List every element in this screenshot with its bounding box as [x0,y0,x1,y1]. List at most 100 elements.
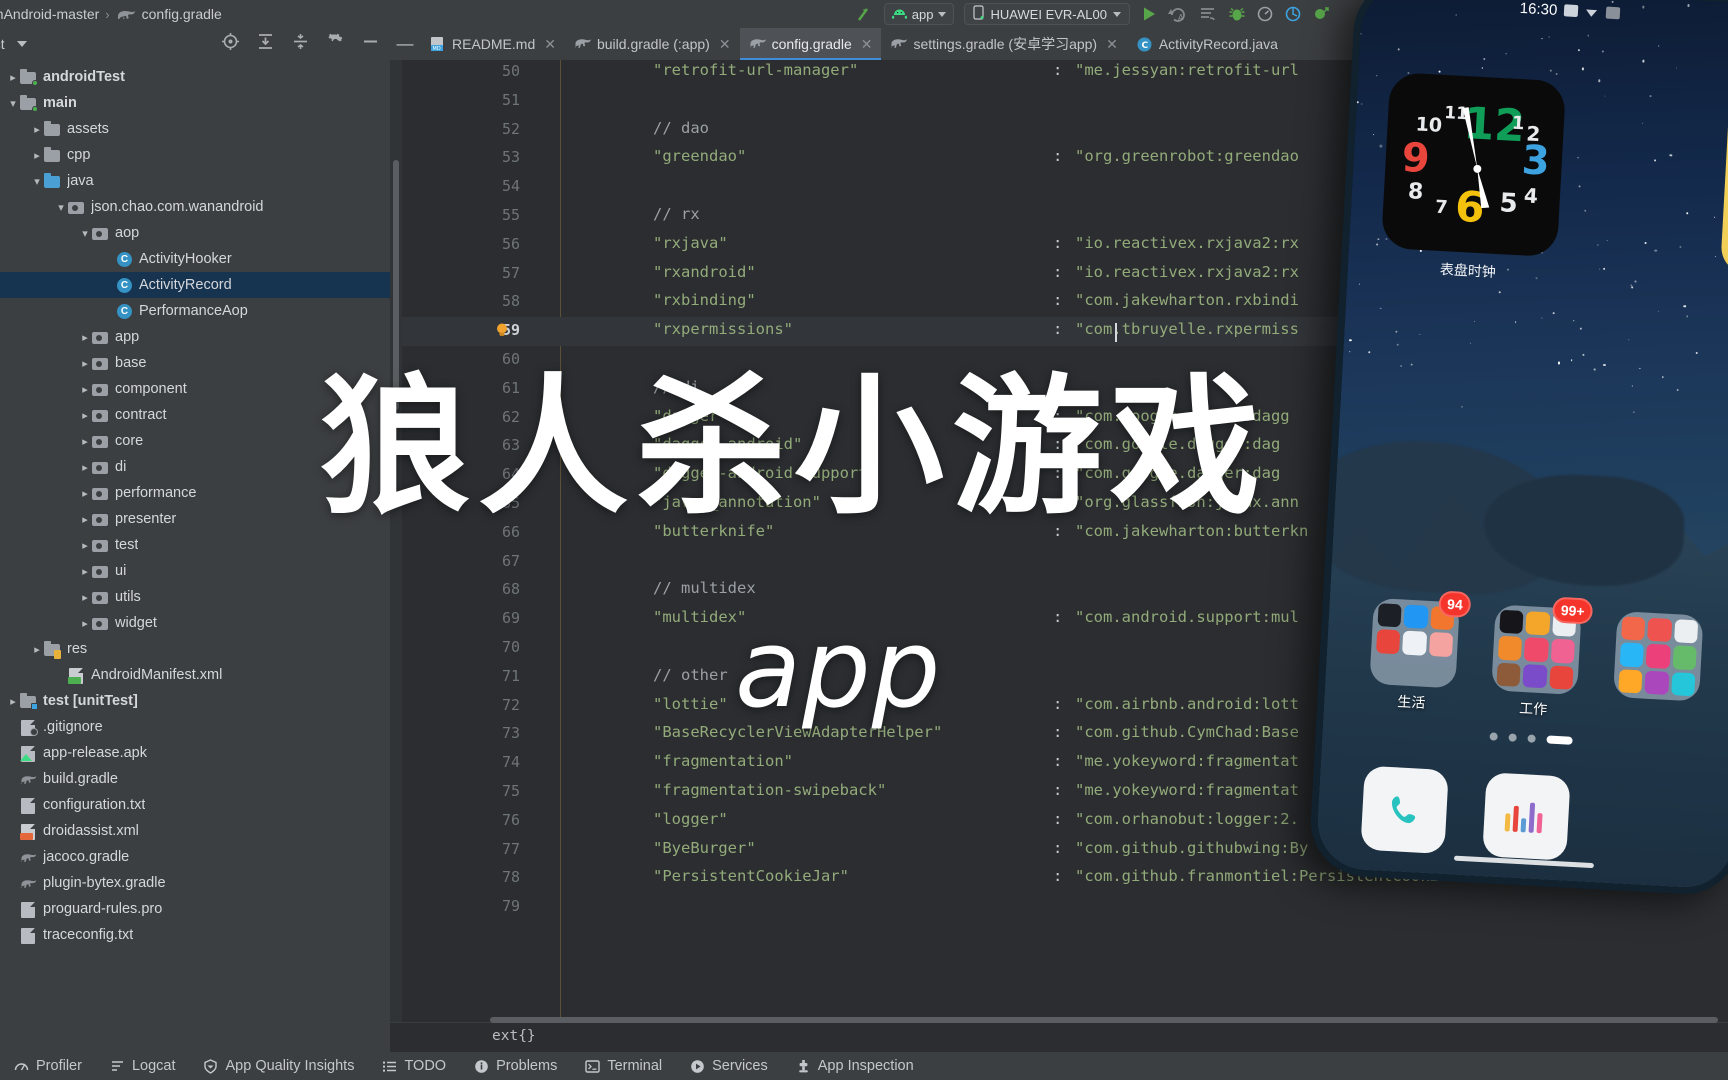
tree-item[interactable]: ▸ test [0,532,390,558]
run-configuration-selector[interactable]: app [883,3,955,25]
tree-item[interactable]: ▸ ui [0,558,390,584]
project-pane-title[interactable]: ect [0,36,5,52]
status-bar-item-services[interactable]: Services [676,1052,782,1080]
status-bar-item-terminal[interactable]: Terminal [571,1052,676,1080]
tree-item[interactable]: C PerformanceAop [0,298,390,324]
editor-tab[interactable]: settings.gradle (安卓学习app) ✕ [881,28,1126,60]
horizontal-scrollbar[interactable] [490,1017,1718,1023]
page-dot[interactable] [1488,732,1498,741]
status-bar-item-app-inspection[interactable]: App Inspection [782,1052,928,1080]
chevron-right-icon[interactable]: ▸ [30,149,44,162]
chevron-right-icon[interactable]: ▸ [30,123,44,136]
home-folder[interactable] [1612,611,1704,702]
status-bar-item-problems[interactable]: Problems [460,1052,571,1080]
equalizer-icon[interactable] [1482,772,1571,861]
chevron-down-icon[interactable]: ▾ [78,227,92,240]
chevron-right-icon[interactable]: ▸ [78,617,92,630]
chevron-down-icon[interactable] [938,11,947,17]
close-icon[interactable]: ✕ [1106,36,1118,53]
settings-gear-icon[interactable] [326,32,345,56]
chevron-right-icon[interactable]: ▸ [78,435,92,448]
editor-tab[interactable]: build.gradle (:app) ✕ [565,28,740,60]
editor-scroll-track[interactable] [390,60,402,1022]
home-folder[interactable]: 94 [1369,590,1472,689]
tree-item[interactable]: ▸ utils [0,584,390,610]
editor-tab-active[interactable]: config.gradle ✕ [739,28,882,60]
chevron-right-icon[interactable]: ▸ [78,487,92,500]
tree-item[interactable]: ▾ main [0,90,390,116]
chevron-right-icon[interactable]: ▸ [6,695,20,708]
tree-item[interactable]: configuration.txt [0,792,390,818]
chevron-down-icon[interactable] [1113,11,1121,17]
editor-tab[interactable]: MD README.md ✕ [420,28,565,60]
tree-item-selected[interactable]: C ActivityRecord [0,272,390,298]
page-dot-active[interactable] [1545,735,1573,745]
chevron-down-icon[interactable]: ▾ [30,175,44,188]
status-bar-item-logcat[interactable]: Logcat [96,1052,190,1080]
tree-item[interactable]: AndroidManifest.xml [0,662,390,688]
breadcrumb-file[interactable]: config.gradle [142,6,222,22]
profiler-toolbar-icon[interactable] [1256,3,1274,25]
navigate-back-icon[interactable] [854,3,874,25]
hide-tabs-button[interactable]: — [390,28,420,60]
status-bar-item-profiler[interactable]: Profiler [0,1052,96,1080]
chevron-right-icon[interactable]: ▸ [78,513,92,526]
chevron-down-icon[interactable] [16,41,27,47]
project-tree[interactable]: ▸ androidTest ▾ main ▸ assets ▸ cpp ▾ java ▾ json.c… [0,60,390,1052]
status-bar-item-todo[interactable]: TODO [368,1052,460,1080]
tree-item[interactable]: ▾ json.chao.com.wanandroid [0,194,390,220]
device-manager-icon[interactable] [1284,3,1302,25]
device-selector[interactable]: HUAWEI EVR-AL00 [964,3,1130,25]
tree-item[interactable]: ▸ app [0,324,390,350]
close-icon[interactable]: ✕ [861,36,873,53]
chevron-right-icon[interactable]: ▸ [78,591,92,604]
clock-widget[interactable]: 10 11 12 1 2 9 3 8 7 6 5 4 [1380,72,1567,258]
logcat-icon[interactable] [1198,3,1218,25]
select-opened-file-icon[interactable] [221,32,240,56]
chevron-right-icon[interactable]: ▸ [78,565,92,578]
tree-item[interactable]: ▾ java [0,168,390,194]
tree-item[interactable]: ▸ cpp [0,142,390,168]
tree-item[interactable]: jacoco.gradle [0,844,390,870]
tree-item[interactable]: C ActivityHooker [0,246,390,272]
phone-dialer-icon[interactable] [1360,765,1449,855]
hide-panel-icon[interactable] [361,32,380,56]
breadcrumb-project[interactable]: anAndroid-master [0,6,99,22]
tree-item[interactable]: ▸ widget [0,610,390,636]
tree-item[interactable]: app-release.apk [0,740,390,766]
rerun-icon[interactable]: A [1168,3,1188,25]
chevron-right-icon[interactable]: ▸ [6,71,20,84]
debug-icon[interactable] [1228,3,1246,25]
intention-bulb-icon[interactable] [494,322,510,338]
tree-item[interactable]: droidassist.xml [0,818,390,844]
status-bar-item-app-quality-insights[interactable]: App Quality Insights [189,1052,368,1080]
tree-item[interactable]: plugin-bytex.gradle [0,870,390,896]
tree-item[interactable]: build.gradle [0,766,390,792]
tree-item[interactable]: traceconfig.txt [0,922,390,948]
chevron-right-icon[interactable]: ▸ [30,643,44,656]
tree-item[interactable]: proguard-rules.pro [0,896,390,922]
chevron-right-icon[interactable]: ▸ [78,539,92,552]
tree-item[interactable]: ▸ res [0,636,390,662]
tree-item[interactable]: ▸ androidTest [0,64,390,90]
tree-item[interactable]: ▾ aop [0,220,390,246]
chevron-right-icon[interactable]: ▸ [78,461,92,474]
bottom-tool-window-bar[interactable]: Profiler Logcat App Quality Insights TODO Pr… [0,1052,1728,1080]
tree-item[interactable]: .gitignore [0,714,390,740]
page-dot[interactable] [1526,734,1536,743]
chevron-right-icon[interactable]: ▸ [78,331,92,344]
chevron-down-icon[interactable]: ▾ [54,201,68,214]
chevron-right-icon[interactable]: ▸ [78,357,92,370]
run-button[interactable] [1140,3,1158,25]
chevron-right-icon[interactable]: ▸ [78,409,92,422]
deploy-icon[interactable] [1312,3,1330,25]
tree-item[interactable]: ▸ assets [0,116,390,142]
page-dot[interactable] [1507,733,1517,742]
expand-all-icon[interactable] [256,32,275,56]
home-folder[interactable]: 99+ [1491,596,1594,696]
tree-item[interactable]: ▸ test [unitTest] [0,688,390,714]
close-icon[interactable]: ✕ [544,36,556,53]
close-icon[interactable]: ✕ [719,36,731,53]
chevron-down-icon[interactable]: ▾ [6,97,20,110]
collapse-all-icon[interactable] [291,32,310,56]
